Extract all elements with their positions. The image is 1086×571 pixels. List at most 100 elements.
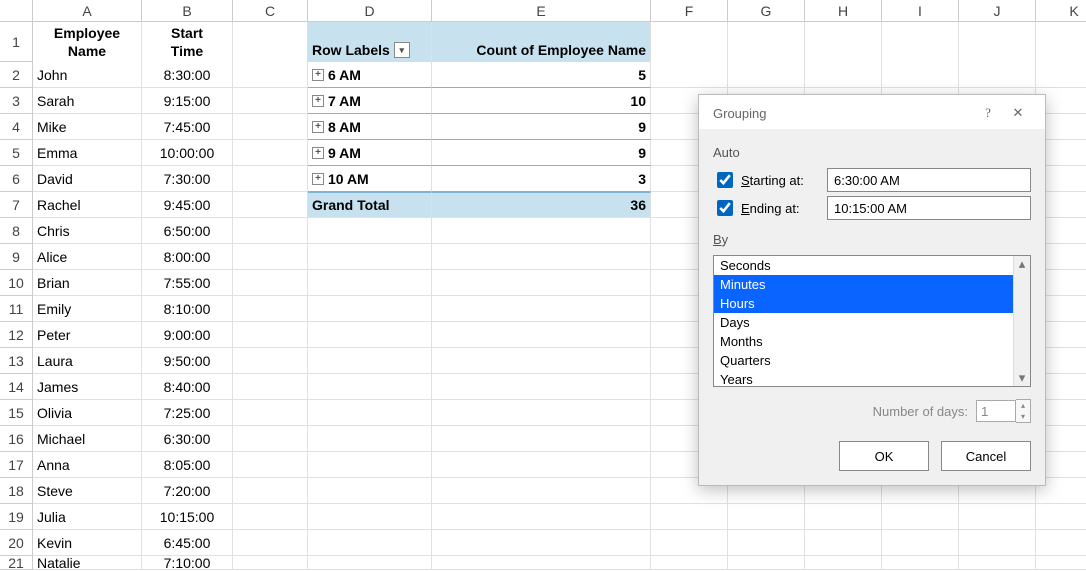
cell-A13[interactable]: Laura — [33, 348, 142, 374]
row-header-16[interactable]: 16 — [0, 426, 33, 452]
cell-A6[interactable]: David — [33, 166, 142, 192]
pivot-row-labels-header[interactable]: Row Labels ▾ — [308, 22, 432, 62]
pivot-row-3[interactable]: +7 AM — [308, 88, 432, 114]
col-header-D[interactable]: D — [308, 0, 432, 22]
row-header-5[interactable]: 5 — [0, 140, 33, 166]
cell-A3[interactable]: Sarah — [33, 88, 142, 114]
cell-I1[interactable] — [882, 22, 959, 62]
expand-icon[interactable]: + — [312, 173, 324, 185]
cell-D18[interactable] — [308, 478, 432, 504]
cancel-button[interactable]: Cancel — [941, 441, 1031, 471]
row-header-17[interactable]: 17 — [0, 452, 33, 478]
col-header-H[interactable]: H — [805, 0, 882, 22]
pivot-row-5[interactable]: +9 AM — [308, 140, 432, 166]
cell-C17[interactable] — [233, 452, 308, 478]
cell-E16[interactable] — [432, 426, 651, 452]
cell-K21[interactable] — [1036, 556, 1086, 570]
cell-D17[interactable] — [308, 452, 432, 478]
cell-B5[interactable]: 10:00:00 — [142, 140, 233, 166]
cell-J19[interactable] — [959, 504, 1036, 530]
cell-C2[interactable] — [233, 62, 308, 88]
cell-C9[interactable] — [233, 244, 308, 270]
select-all-corner[interactable] — [0, 0, 33, 22]
cell-B16[interactable]: 6:30:00 — [142, 426, 233, 452]
cell-B2[interactable]: 8:30:00 — [142, 62, 233, 88]
cell-J20[interactable] — [959, 530, 1036, 556]
cell-H20[interactable] — [805, 530, 882, 556]
spinner-down-icon[interactable]: ▾ — [1016, 411, 1030, 422]
cell-K1[interactable] — [1036, 22, 1086, 62]
cell-C5[interactable] — [233, 140, 308, 166]
col-header-I[interactable]: I — [882, 0, 959, 22]
col-header-E[interactable]: E — [432, 0, 651, 22]
pivot-count-6[interactable]: 3 — [432, 166, 651, 192]
cell-A8[interactable]: Chris — [33, 218, 142, 244]
cell-B14[interactable]: 8:40:00 — [142, 374, 233, 400]
pivot-count-header[interactable]: Count of Employee Name — [432, 22, 651, 62]
row-header-15[interactable]: 15 — [0, 400, 33, 426]
row-header-4[interactable]: 4 — [0, 114, 33, 140]
cell-C12[interactable] — [233, 322, 308, 348]
cell-G21[interactable] — [728, 556, 805, 570]
by-option-quarters[interactable]: Quarters — [714, 351, 1030, 370]
cell-B6[interactable]: 7:30:00 — [142, 166, 233, 192]
cell-D16[interactable] — [308, 426, 432, 452]
cell-C14[interactable] — [233, 374, 308, 400]
cell-B21[interactable]: 7:10:00 — [142, 556, 233, 570]
cell-D20[interactable] — [308, 530, 432, 556]
pivot-row-6[interactable]: +10 AM — [308, 166, 432, 192]
cell-J1[interactable] — [959, 22, 1036, 62]
cell-F19[interactable] — [651, 504, 728, 530]
cell-D11[interactable] — [308, 296, 432, 322]
cell-E14[interactable] — [432, 374, 651, 400]
cell-A12[interactable]: Peter — [33, 322, 142, 348]
cell-C7[interactable] — [233, 192, 308, 218]
row-header-1[interactable]: 1 — [0, 22, 33, 62]
cell-E20[interactable] — [432, 530, 651, 556]
cell-G19[interactable] — [728, 504, 805, 530]
cell-B11[interactable]: 8:10:00 — [142, 296, 233, 322]
cell-C8[interactable] — [233, 218, 308, 244]
cell-C3[interactable] — [233, 88, 308, 114]
close-icon[interactable]: ✕ — [1003, 105, 1033, 121]
row-header-13[interactable]: 13 — [0, 348, 33, 374]
cell-A20[interactable]: Kevin — [33, 530, 142, 556]
cell-D21[interactable] — [308, 556, 432, 570]
by-option-days[interactable]: Days — [714, 313, 1030, 332]
pivot-count-3[interactable]: 10 — [432, 88, 651, 114]
cell-E9[interactable] — [432, 244, 651, 270]
cell-A9[interactable]: Alice — [33, 244, 142, 270]
cell-A19[interactable]: Julia — [33, 504, 142, 530]
cell-C13[interactable] — [233, 348, 308, 374]
cell-C21[interactable] — [233, 556, 308, 570]
cell-E18[interactable] — [432, 478, 651, 504]
expand-icon[interactable]: + — [312, 121, 324, 133]
cell-H19[interactable] — [805, 504, 882, 530]
cell-B9[interactable]: 8:00:00 — [142, 244, 233, 270]
cell-A16[interactable]: Michael — [33, 426, 142, 452]
cell-A15[interactable]: Olivia — [33, 400, 142, 426]
cell-D8[interactable] — [308, 218, 432, 244]
cell-C18[interactable] — [233, 478, 308, 504]
cell-C11[interactable] — [233, 296, 308, 322]
cell-D13[interactable] — [308, 348, 432, 374]
cell-I21[interactable] — [882, 556, 959, 570]
row-header-3[interactable]: 3 — [0, 88, 33, 114]
pivot-count-4[interactable]: 9 — [432, 114, 651, 140]
cell-E21[interactable] — [432, 556, 651, 570]
cell-A1[interactable]: Employee Name — [33, 22, 142, 62]
cell-D9[interactable] — [308, 244, 432, 270]
cell-B20[interactable]: 6:45:00 — [142, 530, 233, 556]
cell-H21[interactable] — [805, 556, 882, 570]
row-header-12[interactable]: 12 — [0, 322, 33, 348]
cell-E15[interactable] — [432, 400, 651, 426]
cell-A17[interactable]: Anna — [33, 452, 142, 478]
row-header-14[interactable]: 14 — [0, 374, 33, 400]
col-header-B[interactable]: B — [142, 0, 233, 22]
by-option-minutes[interactable]: Minutes — [714, 275, 1030, 294]
by-option-hours[interactable]: Hours — [714, 294, 1030, 313]
cell-C20[interactable] — [233, 530, 308, 556]
cell-F2[interactable] — [651, 62, 728, 88]
cell-E11[interactable] — [432, 296, 651, 322]
starting-at-input[interactable] — [827, 168, 1031, 192]
